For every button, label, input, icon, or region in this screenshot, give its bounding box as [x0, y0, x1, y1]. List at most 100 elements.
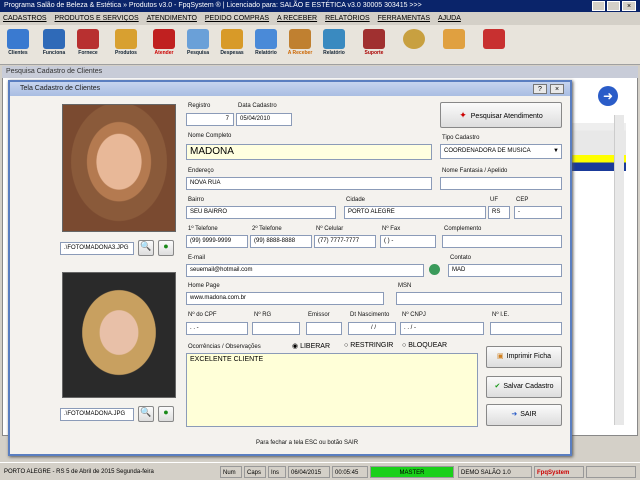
photo2-search-button[interactable]: 🔍: [138, 406, 154, 422]
obs-textarea[interactable]: EXCELENTE CLIENTE: [186, 353, 478, 427]
msn-label: MSN: [398, 283, 412, 289]
status-ins: Ins: [268, 466, 286, 478]
data-cadastro-label: Data Cadastro: [238, 103, 277, 109]
celular-field[interactable]: (77) 7777-7777: [314, 235, 376, 248]
clientes-icon: [7, 29, 29, 49]
photo2-add-button[interactable]: ●: [158, 406, 174, 422]
fax-label: Nº Fax: [382, 226, 401, 232]
cidade-field[interactable]: PORTO ALEGRE: [344, 206, 486, 219]
ie-field[interactable]: [490, 322, 562, 335]
tb-produtos-button[interactable]: Produtos: [112, 27, 140, 63]
tel1-field[interactable]: (99) 9999-9999: [186, 235, 248, 248]
fantasia-label: Nome Fantasia / Apelido: [442, 168, 508, 174]
registro-label: Registro: [188, 103, 211, 109]
homepage-label: Home Page: [188, 283, 220, 289]
funcionarios-icon: [43, 29, 65, 49]
add-icon: ●: [163, 407, 169, 417]
ie-label: Nº I.E.: [492, 312, 510, 318]
tipo-label: Tipo Cadastro: [442, 135, 480, 141]
tb-calculator-button[interactable]: [440, 27, 468, 63]
sair-button[interactable]: ➜ SAIR: [486, 404, 562, 426]
tb-relatorio2-button[interactable]: Relatório: [320, 27, 348, 63]
msn-field[interactable]: [396, 292, 562, 305]
tel2-field[interactable]: (99) 8888-8888: [250, 235, 312, 248]
client-photo-1: [62, 104, 176, 232]
tipo-select[interactable]: COORDENADORA DE MUSICA ▼: [440, 144, 562, 159]
pesquisar-atendimento-button[interactable]: ✦ Pesquisar Atendimento: [440, 102, 562, 128]
minimize-button[interactable]: [592, 1, 605, 11]
email-send-icon[interactable]: [429, 264, 440, 275]
dialog-close-button[interactable]: ×: [550, 84, 564, 94]
registro-field[interactable]: 7: [186, 113, 234, 126]
suporte-icon: [363, 29, 385, 49]
magnifier-icon: 🔍: [140, 241, 152, 251]
tb-suporte-button[interactable]: Suporte: [360, 27, 388, 63]
menu-ferramentas[interactable]: FERRAMENTAS: [375, 12, 433, 25]
photo2-path-field[interactable]: .\FOTO\MADONA.JPG: [60, 408, 134, 421]
complemento-field[interactable]: [442, 235, 562, 248]
endereco-label: Endereço: [188, 168, 214, 174]
status-extra: [586, 466, 636, 478]
endereco-field[interactable]: NOVA RUA: [186, 177, 432, 190]
imprimir-ficha-button[interactable]: ▣ Imprimir Ficha: [486, 346, 562, 368]
cnpj-label: Nº CNPJ: [402, 312, 426, 318]
menu-cadastros[interactable]: CADASTROS: [0, 12, 50, 25]
nome-label: Nome Completo: [188, 133, 232, 139]
bg-next-icon[interactable]: ➜: [598, 86, 618, 106]
photo1-search-button[interactable]: 🔍: [138, 240, 154, 256]
contato-field[interactable]: MAD: [448, 264, 562, 277]
radio-restringir[interactable]: ○ RESTRINGIR: [344, 342, 393, 349]
rg-label: Nº RG: [254, 312, 272, 318]
maximize-button[interactable]: [607, 1, 620, 11]
tb-dictionary-button[interactable]: [480, 27, 508, 63]
photo1-add-button[interactable]: ●: [158, 240, 174, 256]
email-field[interactable]: seuemail@hotmail.com: [186, 264, 424, 277]
tb-relatorio-button[interactable]: Relatório: [252, 27, 280, 63]
nome-field[interactable]: MADONA: [186, 144, 432, 160]
tb-pesquisa-button[interactable]: Pesquisa: [184, 27, 212, 63]
rg-field[interactable]: [252, 322, 300, 335]
close-button[interactable]: ×: [622, 1, 636, 11]
menu-ajuda[interactable]: AJUDA: [435, 12, 464, 25]
nasc-field[interactable]: / /: [348, 322, 396, 335]
salvar-cadastro-button[interactable]: ✔ Salvar Cadastro: [486, 376, 562, 398]
tb-clientes-button[interactable]: Clientes: [4, 27, 32, 63]
tb-atender-button[interactable]: Atender: [150, 27, 178, 63]
bairro-field[interactable]: SEU BAIRRO: [186, 206, 336, 219]
menu-receber[interactable]: A RECEBER: [274, 12, 320, 25]
fax-field[interactable]: ( ) -: [380, 235, 436, 248]
cnpj-field[interactable]: . . / -: [400, 322, 484, 335]
data-cadastro-field[interactable]: 05/04/2010: [236, 113, 292, 126]
cpf-field[interactable]: . . -: [186, 322, 248, 335]
window-controls: ×: [592, 1, 638, 11]
tb-coin-button[interactable]: [400, 27, 428, 63]
contato-label: Contato: [450, 255, 472, 261]
menu-atendimento[interactable]: ATENDIMENTO: [144, 12, 200, 25]
menu-relatorios[interactable]: RELATÓRIOS: [322, 12, 373, 25]
receber-icon: [289, 29, 311, 49]
check-icon: ✔: [494, 383, 501, 390]
status-version: DEMO SALÃO 1.0: [458, 466, 532, 478]
cep-field[interactable]: -: [514, 206, 562, 219]
menu-produtos[interactable]: PRODUTOS E SERVIÇOS: [52, 12, 142, 25]
dialog-help-button[interactable]: ?: [533, 84, 547, 94]
radio-bloquear[interactable]: ○ BLOQUEAR: [402, 342, 447, 349]
magnifier-icon: 🔍: [140, 407, 152, 417]
homepage-field[interactable]: www.madona.com.br: [186, 292, 384, 305]
exit-icon: ➜: [511, 411, 518, 418]
bg-scrollbar[interactable]: [614, 115, 624, 425]
tb-despesas-button[interactable]: Despesas: [218, 27, 246, 63]
uf-field[interactable]: RS: [488, 206, 510, 219]
dictionary-icon: [483, 29, 505, 49]
tb-receber-button[interactable]: A Receber: [286, 27, 314, 63]
fantasia-field[interactable]: [440, 177, 562, 190]
calculator-icon: [443, 29, 465, 49]
status-caps: Caps: [244, 466, 266, 478]
photo1-path-field[interactable]: .\FOTO\MADONA3.JPG: [60, 242, 134, 255]
radio-liberar[interactable]: ◉ LIBERAR: [292, 342, 330, 350]
obs-label: Ocorrências / Observações: [188, 344, 261, 350]
tb-fornece-button[interactable]: Fornece: [74, 27, 102, 63]
tb-funciona-button[interactable]: Funciona: [40, 27, 68, 63]
menu-pedido[interactable]: PEDIDO COMPRAS: [202, 12, 272, 25]
emissor-field[interactable]: [306, 322, 342, 335]
